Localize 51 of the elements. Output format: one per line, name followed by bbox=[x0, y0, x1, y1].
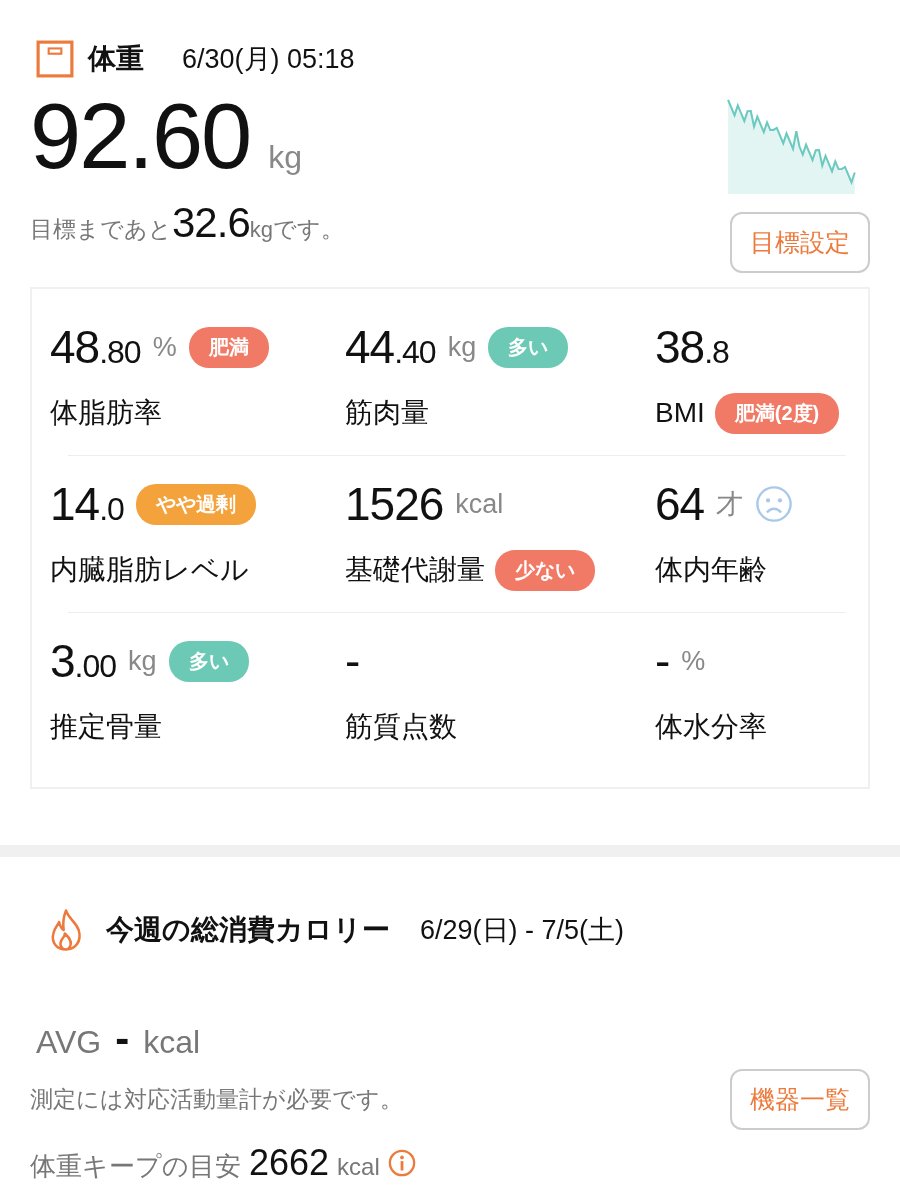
measurement-date: 6/30(月) 05:18 bbox=[182, 43, 355, 76]
metric-unit: kcal bbox=[455, 488, 504, 520]
metric-value: 44.40 bbox=[345, 320, 436, 374]
metric-value: 1526 bbox=[345, 477, 444, 531]
goal-value: 32.6 bbox=[172, 199, 250, 247]
weight-unit: kg bbox=[268, 139, 303, 176]
metric-label: BMI bbox=[655, 397, 705, 429]
status-badge: 肥満 bbox=[188, 326, 269, 368]
average-value: - bbox=[115, 1015, 130, 1063]
status-badge: やや過剰 bbox=[135, 483, 256, 525]
metric-label: 体内年齢 bbox=[655, 553, 767, 587]
metric-label: 体水分率 bbox=[655, 710, 767, 744]
metric-label: 筋質点数 bbox=[345, 710, 457, 744]
average-label: AVG bbox=[36, 1024, 102, 1061]
metric-value: 48.80 bbox=[50, 320, 141, 374]
info-icon[interactable] bbox=[387, 1149, 416, 1177]
metric-value: - bbox=[345, 634, 360, 688]
scale-icon bbox=[36, 40, 74, 78]
metric-value: 3.00 bbox=[50, 634, 117, 688]
status-badge: 少ない bbox=[495, 549, 595, 591]
metric-unit: kg bbox=[447, 331, 477, 363]
metric-label: 筋肉量 bbox=[345, 396, 429, 430]
goal-text: 目標まであと bbox=[30, 215, 172, 244]
metric-label: 体脂肪率 bbox=[50, 396, 162, 430]
keep-weight-label: 体重キープの目安 bbox=[30, 1150, 241, 1183]
average-unit: kcal bbox=[143, 1024, 201, 1061]
metric-label: 内臓脂肪レベル bbox=[50, 553, 249, 587]
metric-unit: 才 bbox=[716, 488, 744, 521]
section-title: 体重 bbox=[88, 42, 144, 76]
metric-value: 14.0 bbox=[50, 477, 124, 531]
keep-calorie-value: 2662 bbox=[249, 1142, 330, 1184]
keep-calorie-unit: kcal bbox=[337, 1153, 380, 1181]
metric-value: 64 bbox=[655, 477, 705, 531]
weight-value: 92.60 bbox=[30, 84, 251, 189]
requirement-note: 測定には対応活動量計が必要です。 bbox=[30, 1085, 403, 1114]
metric-label: 基礎代謝量 bbox=[345, 553, 485, 587]
status-badge: 多い bbox=[488, 326, 569, 368]
metric-value: - bbox=[655, 634, 670, 688]
week-range: 6/29(日) - 7/5(土) bbox=[420, 914, 625, 947]
goal-text: です。 bbox=[273, 215, 344, 244]
metric-unit: % bbox=[681, 645, 706, 677]
goal-unit: kg bbox=[249, 217, 273, 243]
metric-value: 38.8 bbox=[655, 320, 729, 374]
goal-setting-button[interactable]: 目標設定 bbox=[730, 212, 870, 273]
metric-unit: kg bbox=[128, 645, 157, 677]
metric-label: 推定骨量 bbox=[50, 710, 162, 744]
status-badge: 肥満(2度) bbox=[714, 392, 840, 434]
metric-unit: % bbox=[152, 331, 177, 363]
section-title: 今週の総消費カロリー bbox=[106, 913, 390, 947]
status-badge: 多い bbox=[168, 640, 249, 682]
device-list-button[interactable]: 機器一覧 bbox=[730, 1069, 870, 1130]
